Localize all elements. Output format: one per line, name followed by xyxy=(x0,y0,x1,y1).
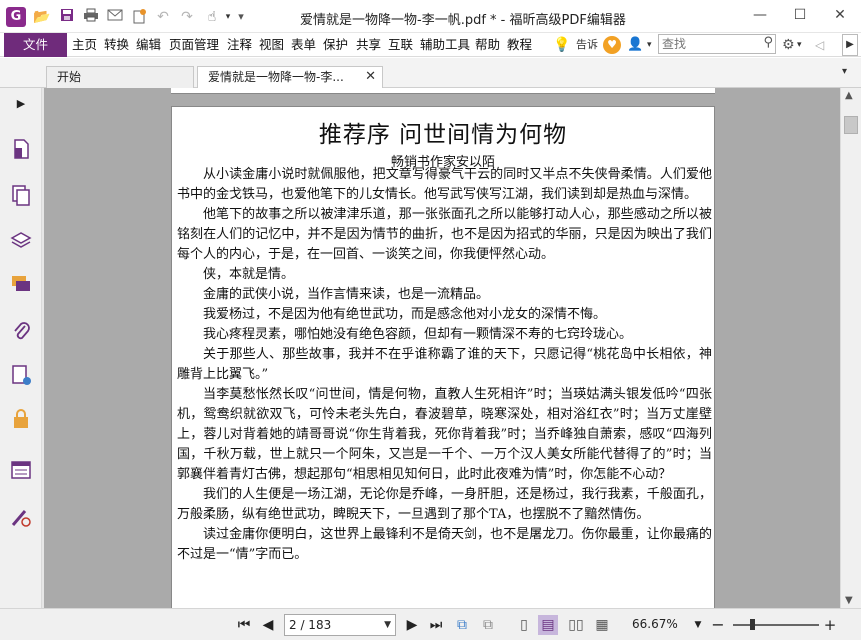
zoom-level[interactable]: 66.67% xyxy=(632,617,678,631)
open-folder-icon[interactable]: 📂 xyxy=(33,8,51,26)
zoom-out-icon[interactable]: − xyxy=(708,615,728,635)
search-icon[interactable]: ⚲ xyxy=(763,35,773,50)
menu-home[interactable]: 主页 xyxy=(72,33,97,57)
customize-toolbar-icon[interactable]: ▾ xyxy=(232,8,250,26)
tab-list-dropdown-icon[interactable]: ▾ xyxy=(842,66,847,77)
menu-page-management[interactable]: 页面管理 xyxy=(169,33,219,57)
zoom-in-icon[interactable]: + xyxy=(820,615,840,635)
form-fields-icon[interactable] xyxy=(9,460,33,484)
minimize-button[interactable]: — xyxy=(740,0,780,33)
attachments-icon[interactable] xyxy=(9,320,33,344)
paragraph: 金庸的武侠小说，当作言情来读，也是一流精品。 xyxy=(203,287,490,302)
security-lock-icon[interactable] xyxy=(9,408,33,432)
lightbulb-icon[interactable]: 💡 xyxy=(553,33,570,57)
continuous-facing-icon[interactable]: ▦ xyxy=(592,615,612,635)
app-logo[interactable]: G xyxy=(6,7,26,27)
status-bar: ⏮ ◀ 2 / 183 ▼ ▶ ⏭ ⧉ ⧉ ▯ ▤ ▯▯ ▦ 66.67% ▼ … xyxy=(0,608,861,640)
page-title: 推荐序 问世间情为何物 xyxy=(318,122,568,148)
paragraph: 我们的人生便是一场江湖，无论你是乔峰，一身肝胆，还是杨过，我行我素，千般面孔，万… xyxy=(177,487,712,522)
page-number-field[interactable]: 2 / 183 ▼ xyxy=(284,614,396,636)
comments-icon[interactable] xyxy=(9,274,33,298)
single-page-icon[interactable]: ▯ xyxy=(514,615,534,635)
tab-start[interactable]: 开始 xyxy=(46,66,194,88)
zoom-dropdown-icon[interactable]: ▼ xyxy=(688,615,708,635)
menu-accessibility[interactable]: 辅助工具 xyxy=(420,33,470,57)
paragraph: 侠，本就是情。 xyxy=(203,267,295,282)
account-icon[interactable]: 👤 xyxy=(627,33,643,57)
paragraph: 当李莫愁怅然长叹“问世间，情是何物，直教人生死相许”时；当瑛姑满头银发低吟“四张… xyxy=(177,387,712,482)
document-viewer[interactable]: 推荐序 问世间情为何物 畅销书作家安以陌 从小读金庸小说时就佩服他，把文章写得豪… xyxy=(44,88,840,608)
menu-view[interactable]: 视图 xyxy=(259,33,284,57)
email-icon[interactable] xyxy=(106,8,124,26)
close-tab-icon[interactable]: ✕ xyxy=(365,67,376,87)
first-page-icon[interactable]: ⏮ xyxy=(234,615,254,635)
facing-page-icon[interactable]: ▯▯ xyxy=(566,615,586,635)
scroll-down-icon[interactable]: ▼ xyxy=(845,595,853,606)
menu-convert[interactable]: 转换 xyxy=(104,33,129,57)
previous-page-icon[interactable]: ◀ xyxy=(258,615,278,635)
scroll-thumb[interactable] xyxy=(844,116,858,134)
page-indicator: 2 / 183 xyxy=(289,618,332,632)
tab-document-label: 爱情就是一物降一物-李... xyxy=(208,70,344,84)
menu-help[interactable]: 帮助 xyxy=(475,33,500,57)
previous-view-icon[interactable]: ⧉ xyxy=(452,615,472,635)
menu-protect[interactable]: 保护 xyxy=(323,33,348,57)
new-icon[interactable] xyxy=(130,8,148,26)
save-icon[interactable] xyxy=(58,8,76,26)
tab-bar: 开始 爱情就是一物降一物-李... ✕ ▾ xyxy=(0,58,861,89)
paragraph: 他笔下的故事之所以被津津乐道，那一张张面孔之所以能够打动人心，那些感动之所以被铭… xyxy=(177,207,712,262)
undo-icon[interactable]: ↶ xyxy=(154,8,172,26)
page-dropdown-icon[interactable]: ▼ xyxy=(384,615,391,635)
vertical-scrollbar[interactable]: ▲ ▼ xyxy=(840,88,861,608)
feedback-icon[interactable]: ♥ xyxy=(603,36,621,54)
search-box[interactable]: ⚲ xyxy=(658,34,776,54)
ribbon-prev-icon[interactable]: ◁ xyxy=(815,33,824,57)
zoom-slider-handle[interactable] xyxy=(749,619,755,630)
page-body: 从小读金庸小说时就佩服他，把文章写得豪气干云的同时又半点不失侠骨柔情。人们爱他书… xyxy=(177,165,712,565)
pdf-page[interactable]: 推荐序 问世间情为何物 畅销书作家安以陌 从小读金庸小说时就佩服他，把文章写得豪… xyxy=(171,106,715,608)
tell-me-label[interactable]: 告诉 xyxy=(576,33,598,57)
scroll-up-icon[interactable]: ▲ xyxy=(845,90,853,101)
search-input[interactable] xyxy=(659,35,755,53)
menu-comment[interactable]: 注释 xyxy=(227,33,252,57)
paragraph: 我爱杨过，不是因为他有绝世武功，而是感念他对小龙女的深情不悔。 xyxy=(203,307,607,322)
settings-icon[interactable]: ⚙ xyxy=(782,33,795,57)
next-page-icon[interactable]: ▶ xyxy=(402,615,422,635)
page-thumbnails-icon[interactable] xyxy=(9,138,33,162)
last-page-icon[interactable]: ⏭ xyxy=(426,615,446,635)
redo-icon[interactable]: ↷ xyxy=(178,8,196,26)
paragraph: 关于那些人、那些故事，我并不在乎谁称霸了谁的天下，只愿记得“桃花岛中长相依，神雕… xyxy=(177,347,712,382)
maximize-button[interactable]: ☐ xyxy=(780,0,820,33)
signatures-icon[interactable] xyxy=(9,364,33,388)
continuous-page-icon[interactable]: ▤ xyxy=(538,615,558,635)
layers-icon[interactable] xyxy=(9,230,33,254)
paragraph: 从小读金庸小说时就佩服他，把文章写得豪气干云的同时又半点不失侠骨柔情。人们爱他书… xyxy=(177,167,712,202)
window-title: 爱情就是一物降一物-李一帆.pdf * - 福昕高级PDF编辑器 xyxy=(300,13,626,28)
settings-dropdown-icon[interactable]: ▾ xyxy=(797,33,802,57)
tab-start-label: 开始 xyxy=(57,70,82,84)
print-icon[interactable] xyxy=(82,8,100,26)
menu-form[interactable]: 表单 xyxy=(291,33,316,57)
menu-edit[interactable]: 编辑 xyxy=(136,33,161,57)
menu-share[interactable]: 共享 xyxy=(356,33,381,57)
next-view-icon[interactable]: ⧉ xyxy=(478,615,498,635)
navigation-panel: ▶ xyxy=(0,88,42,608)
account-dropdown-icon[interactable]: ▾ xyxy=(647,33,652,57)
tab-document[interactable]: 爱情就是一物降一物-李... ✕ xyxy=(197,66,383,89)
file-menu-button[interactable]: 文件 xyxy=(4,33,67,57)
ribbon-next-icon[interactable]: ▶ xyxy=(842,34,858,56)
paragraph: 我心疼程灵素，哪怕她没有绝色容颜，但却有一颗情深不寿的七窍玲珑心。 xyxy=(203,327,633,342)
certificate-pen-icon[interactable] xyxy=(9,506,33,530)
zoom-slider[interactable] xyxy=(733,624,819,626)
expand-panel-icon[interactable]: ▶ xyxy=(9,92,33,116)
paragraph: 读过金庸你便明白，这世界上最锋利不是倚天剑，也不是屠龙刀。伤你最重，让你最痛的不… xyxy=(177,527,712,562)
menu-connect[interactable]: 互联 xyxy=(388,33,413,57)
title-bar: G 📂 ↶ ↷ ☝ ▾ ▾ 爱情就是一物降一物-李一帆.pdf * - 福昕高级… xyxy=(0,0,861,33)
page-layers-icon[interactable] xyxy=(9,184,33,208)
menu-tutorial[interactable]: 教程 xyxy=(507,33,532,57)
previous-page-edge xyxy=(171,88,715,94)
close-window-button[interactable]: ✕ xyxy=(820,0,860,33)
